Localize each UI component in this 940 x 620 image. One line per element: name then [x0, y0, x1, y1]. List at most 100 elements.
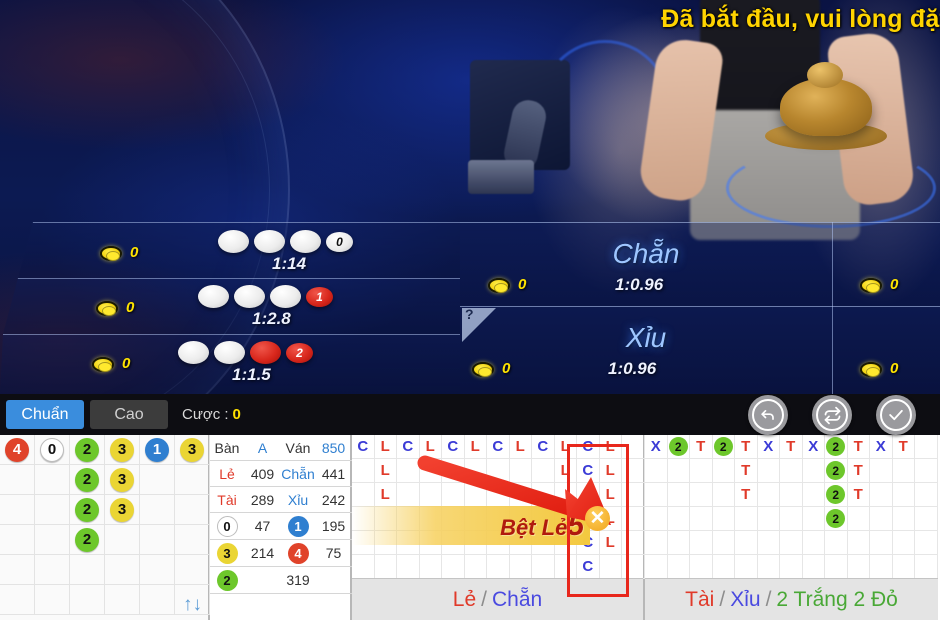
roadmap-marker-C: C — [537, 438, 549, 455]
roadmap-cell — [667, 483, 690, 507]
stat-cell: 242 — [321, 491, 346, 508]
bead-cell — [0, 555, 35, 585]
roadmap-cell — [870, 531, 893, 555]
roadmap-cell — [780, 483, 803, 507]
die-white — [178, 341, 209, 364]
x-circle-icon: ✕ — [585, 506, 610, 531]
roadmap-cell — [442, 555, 465, 579]
repeat-button[interactable] — [812, 395, 852, 435]
bead-cell — [105, 585, 140, 615]
roadmap-cell — [645, 531, 668, 555]
statistics-rows: Bàn A Ván 850 Lẻ 409 Chẵn 441 Tài 289 Xỉu 242 0 47 1 19… — [210, 435, 352, 620]
roadmap-cell: 2 — [712, 435, 735, 459]
stat-bead-cell: 4 — [281, 542, 315, 564]
roadmap-cell — [622, 555, 645, 579]
roadmap-cell — [870, 483, 893, 507]
roadmap-marker-T: T — [696, 438, 706, 455]
roadmap-cell — [915, 483, 938, 507]
bet-amount-chan: 0 — [518, 276, 527, 293]
roadmap-marker-C: C — [402, 438, 414, 455]
roadmap-cell — [915, 507, 938, 531]
roadmap-marker-2: 2 — [826, 509, 846, 528]
roadmap-cell — [690, 459, 713, 483]
stat-bead-cell: 0 — [210, 515, 244, 537]
roadmap-marker-T: T — [853, 462, 863, 479]
roadmap-marker-L: L — [470, 438, 480, 455]
undo-icon — [752, 399, 784, 431]
roadmap-cell: X — [757, 435, 780, 459]
bead-cell — [0, 525, 35, 555]
roadmap-cell — [352, 459, 375, 483]
bead-cell: 1 — [140, 435, 175, 465]
undo-button[interactable] — [748, 395, 788, 435]
bet-amount-row1: 0 — [130, 244, 139, 261]
annotation-arrow-icon — [417, 455, 611, 525]
roadmap-cell — [825, 531, 848, 555]
sort-updown-icon[interactable]: ↑↓ — [183, 594, 202, 616]
roadmap-cell — [757, 555, 780, 579]
live-casino-screen: Đã bắt đầu, vui lòng đặt 0 0 1:14 0 1 1:… — [0, 0, 940, 620]
roadmap-cell — [645, 507, 668, 531]
roadmap-cell: T — [847, 483, 870, 507]
roadmap-marker-T: T — [741, 462, 751, 479]
roadmap-cell: X — [802, 435, 825, 459]
chip-icon-row3 — [92, 357, 114, 372]
tai-xiu-footer: Tài / Xỉu / 2 Trắng 2 Đỏ — [645, 578, 938, 620]
tai-xiu-roadmap-panel[interactable]: X2T2TXTX2TXTT2TT2T2 Tài / Xỉu / 2 Trắng … — [645, 435, 938, 620]
stat-cell: Bàn — [214, 439, 240, 456]
footer-sep-1: / — [719, 587, 726, 611]
roadmap-cell — [487, 555, 510, 579]
live-video-stage: Đã bắt đầu, vui lòng đặt 0 0 1:14 0 1 1:… — [0, 0, 940, 435]
roadmap-marker-X: X — [650, 438, 661, 455]
bead-cell — [35, 585, 70, 615]
odds-row-2: 1:2.8 — [252, 309, 291, 328]
roadmap-cell — [915, 555, 938, 579]
roadmap-marker-2: 2 — [668, 437, 688, 456]
roadmap-cell — [690, 507, 713, 531]
roadmap-cell — [892, 507, 915, 531]
high-mode-button[interactable]: Cao — [90, 400, 168, 429]
die-white — [290, 230, 321, 253]
bead-cell — [140, 525, 175, 555]
bet-amount-row3: 0 — [122, 355, 131, 372]
bet-amount-xiu: 0 — [502, 360, 511, 377]
bead-cell — [35, 525, 70, 555]
roadmap-cell: T — [847, 459, 870, 483]
stat-cell: 289 — [250, 491, 275, 508]
betting-right-group: Chẵn 0 1:0.96 0 Xỉu 0 1:0.96 0 — [460, 222, 940, 394]
roadmap-cell: 2 — [825, 459, 848, 483]
chip-icon-chan — [488, 278, 510, 293]
bead-marker: 3 — [110, 467, 134, 492]
confirm-button[interactable] — [876, 395, 916, 435]
roadmap-cell — [847, 507, 870, 531]
bead-marker: 3 — [110, 497, 134, 522]
bead-cell: 4 — [0, 435, 35, 465]
odds-chan: 1:0.96 — [615, 275, 664, 294]
roadmap-cell — [419, 555, 442, 579]
bead-cell: 3 — [105, 495, 140, 525]
stat-cell: 850 — [321, 439, 346, 456]
roadmap-marker-L: L — [605, 534, 615, 551]
roadmap-cell — [667, 459, 690, 483]
roadmap-cell — [712, 507, 735, 531]
stat-count: 75 — [325, 545, 342, 561]
count-0-1-row: 0 47 1 195 — [210, 513, 352, 540]
bead-plate-panel[interactable]: 40231323232 ↑↓ — [0, 435, 210, 620]
bead-cell — [175, 525, 210, 555]
bet-total-label: Cược : — [182, 406, 229, 423]
count-3-4-row: 3 214 4 75 — [210, 540, 352, 567]
footer-le: Lẻ — [452, 587, 477, 611]
roadmap-cell: 2 — [825, 435, 848, 459]
roadmap-cell — [735, 555, 758, 579]
roadmap-cell: 2 — [825, 507, 848, 531]
roadmap-cell — [870, 507, 893, 531]
standard-mode-button[interactable]: Chuẩn — [6, 400, 84, 429]
roadmap-cell — [847, 555, 870, 579]
chan-label: Chẵn — [612, 238, 680, 269]
bet-total-value: 0 — [232, 406, 241, 423]
stat-count: 214 — [250, 545, 275, 561]
statistics-panel: Bàn A Ván 850 Lẻ 409 Chẵn 441 Tài 289 Xỉu 242 0 47 1 19… — [210, 435, 352, 620]
marquee-text: Đã bắt đầu, vui lòng đặt — [661, 4, 940, 33]
stat-bead-icon: 4 — [287, 542, 309, 564]
roadmap-cell — [667, 531, 690, 555]
